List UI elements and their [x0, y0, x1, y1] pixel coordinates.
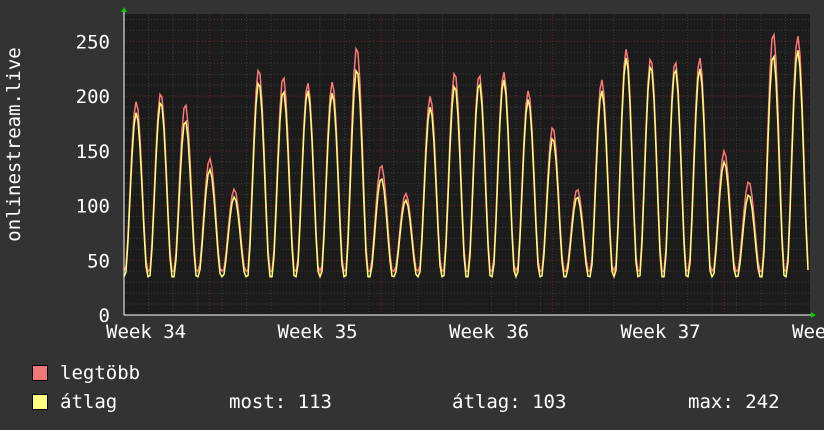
legend-avg: átlag	[32, 391, 117, 413]
x-tick-label: Week 36	[449, 321, 529, 343]
stat-average: átlag: 103	[452, 391, 567, 413]
x-axis-arrow	[811, 312, 816, 318]
chart: 050100150200250Week 34 Week 35 Week 36 Week…	[3, 7, 824, 343]
legend-max-label: legtöbb	[60, 362, 141, 384]
legend-avg-label: átlag	[60, 391, 118, 413]
y-tick-label: 200	[76, 86, 110, 108]
y-axis-title: onlinestream.live	[3, 47, 25, 241]
y-tick-label: 150	[76, 141, 110, 163]
stat-current: most: 113	[229, 391, 332, 413]
x-tick-label: Week 34	[106, 321, 186, 343]
x-tick-label: Week 35	[278, 321, 358, 343]
plot-area	[124, 14, 810, 315]
y-axis-arrow	[121, 7, 127, 12]
legend-avg-swatch	[32, 394, 48, 410]
y-tick-label: 100	[76, 196, 110, 218]
x-tick-label: Week 37	[621, 321, 701, 343]
legend-max-swatch	[32, 365, 48, 381]
y-tick-label: 50	[87, 250, 110, 272]
legend-max: legtöbb	[32, 362, 140, 384]
y-tick-label: 250	[76, 31, 110, 53]
stat-maximum: max: 242	[688, 391, 780, 413]
x-tick-label: Week 38	[792, 321, 824, 343]
